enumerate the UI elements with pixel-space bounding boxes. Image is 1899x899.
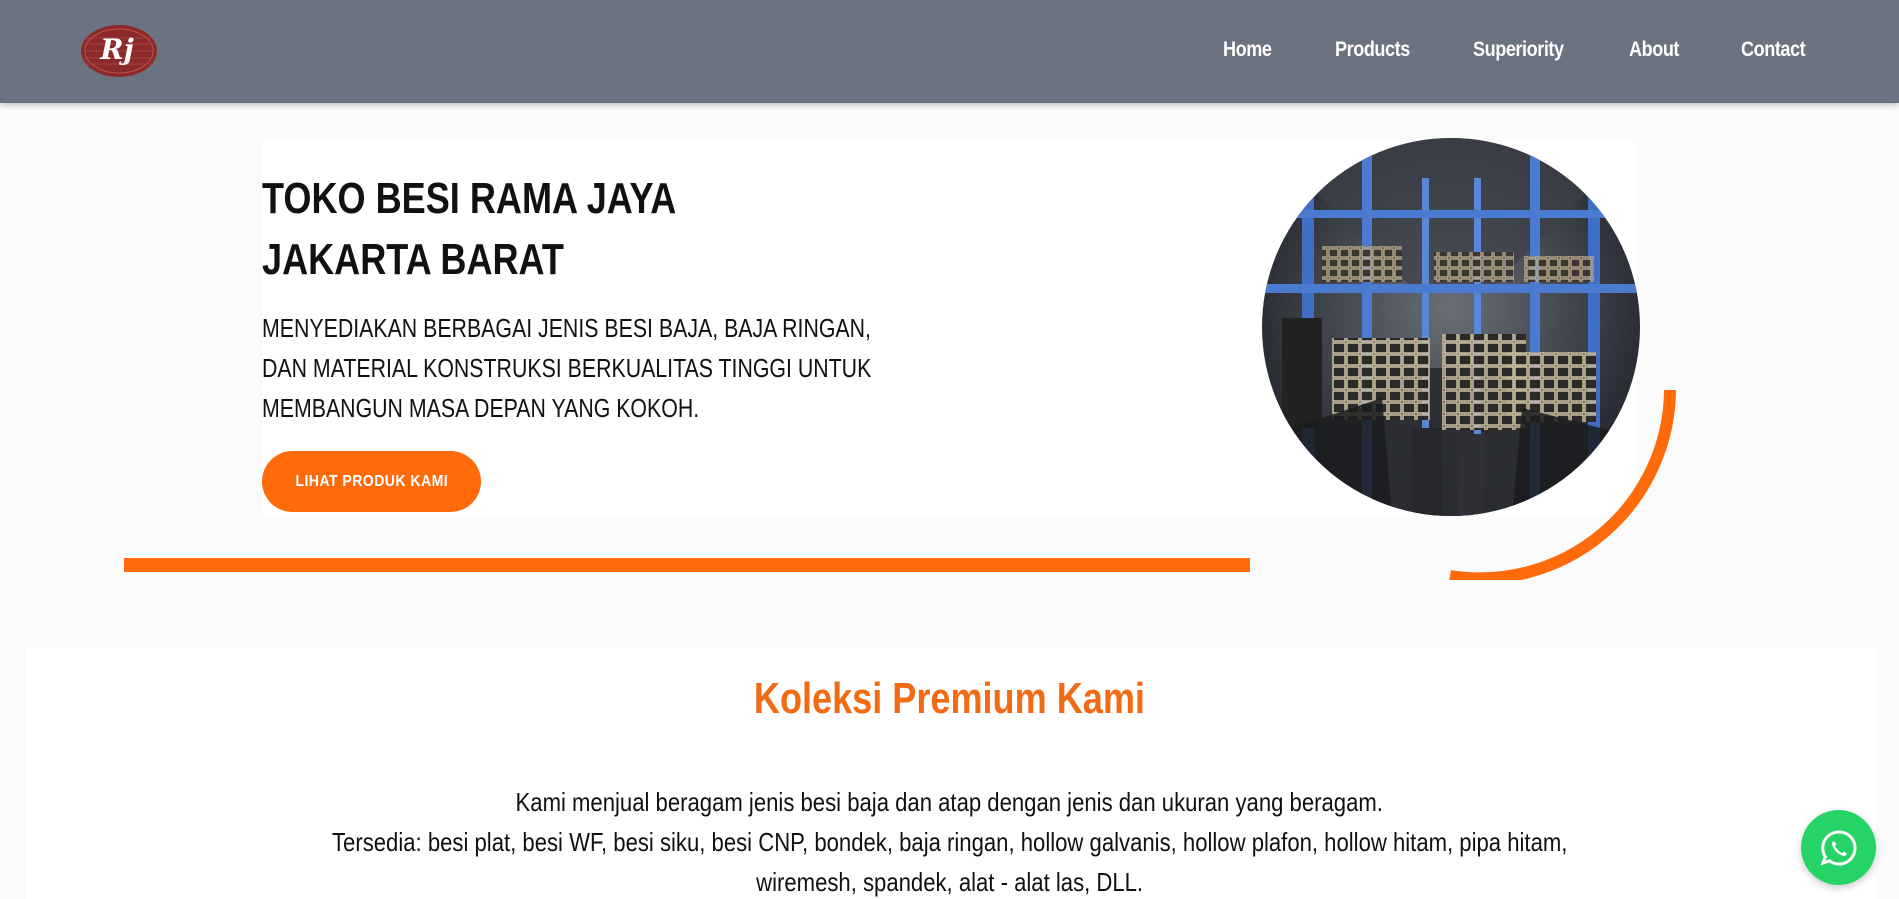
- hero-title-line2: JAKARTA BARAT: [262, 235, 564, 284]
- whatsapp-button[interactable]: [1801, 810, 1876, 885]
- hero-title-line1: TOKO BESI RAMA JAYA: [262, 174, 677, 223]
- hero-desc-line3: MEMBANGUN MASA DEPAN YANG KOKOH.: [262, 393, 700, 423]
- navbar: Rj Home Products Superiority About Conta…: [0, 0, 1899, 103]
- collection-title: Koleksi Premium Kami: [0, 674, 1899, 724]
- logo-text: Rj: [99, 33, 133, 66]
- decorative-arc: [1449, 389, 1676, 580]
- view-products-button[interactable]: LIHAT PRODUK KAMI: [262, 451, 481, 512]
- collection-title-text: Koleksi Premium Kami: [753, 674, 1146, 723]
- collection-desc-line3: wiremesh, spandek, alat - alat las, DLL.: [756, 867, 1143, 897]
- hero-description: MENYEDIAKAN BERBAGAI JENIS BESI BAJA, BA…: [262, 308, 871, 428]
- nav-superiority[interactable]: Superiority: [1473, 38, 1564, 62]
- whatsapp-icon: [1819, 829, 1857, 865]
- logo-icon[interactable]: Rj: [80, 24, 158, 78]
- nav-products[interactable]: Products: [1335, 38, 1410, 62]
- accent-bar: [124, 558, 1250, 572]
- nav-home[interactable]: Home: [1223, 38, 1272, 62]
- view-products-button-label: LIHAT PRODUK KAMI: [295, 472, 448, 490]
- collection-desc-line1: Kami menjual beragam jenis besi baja dan…: [515, 787, 1384, 817]
- collection-description: Kami menjual beragam jenis besi baja dan…: [0, 782, 1899, 899]
- hero-desc-line1: MENYEDIAKAN BERBAGAI JENIS BESI BAJA, BA…: [262, 313, 871, 343]
- collection-desc-line2: Tersedia: besi plat, besi WF, besi siku,…: [331, 827, 1568, 857]
- hero-desc-line2: DAN MATERIAL KONSTRUKSI BERKUALITAS TING…: [262, 353, 872, 383]
- nav-contact[interactable]: Contact: [1741, 38, 1806, 62]
- nav-about[interactable]: About: [1629, 38, 1679, 62]
- hero-title: TOKO BESI RAMA JAYA JAKARTA BARAT: [262, 168, 676, 290]
